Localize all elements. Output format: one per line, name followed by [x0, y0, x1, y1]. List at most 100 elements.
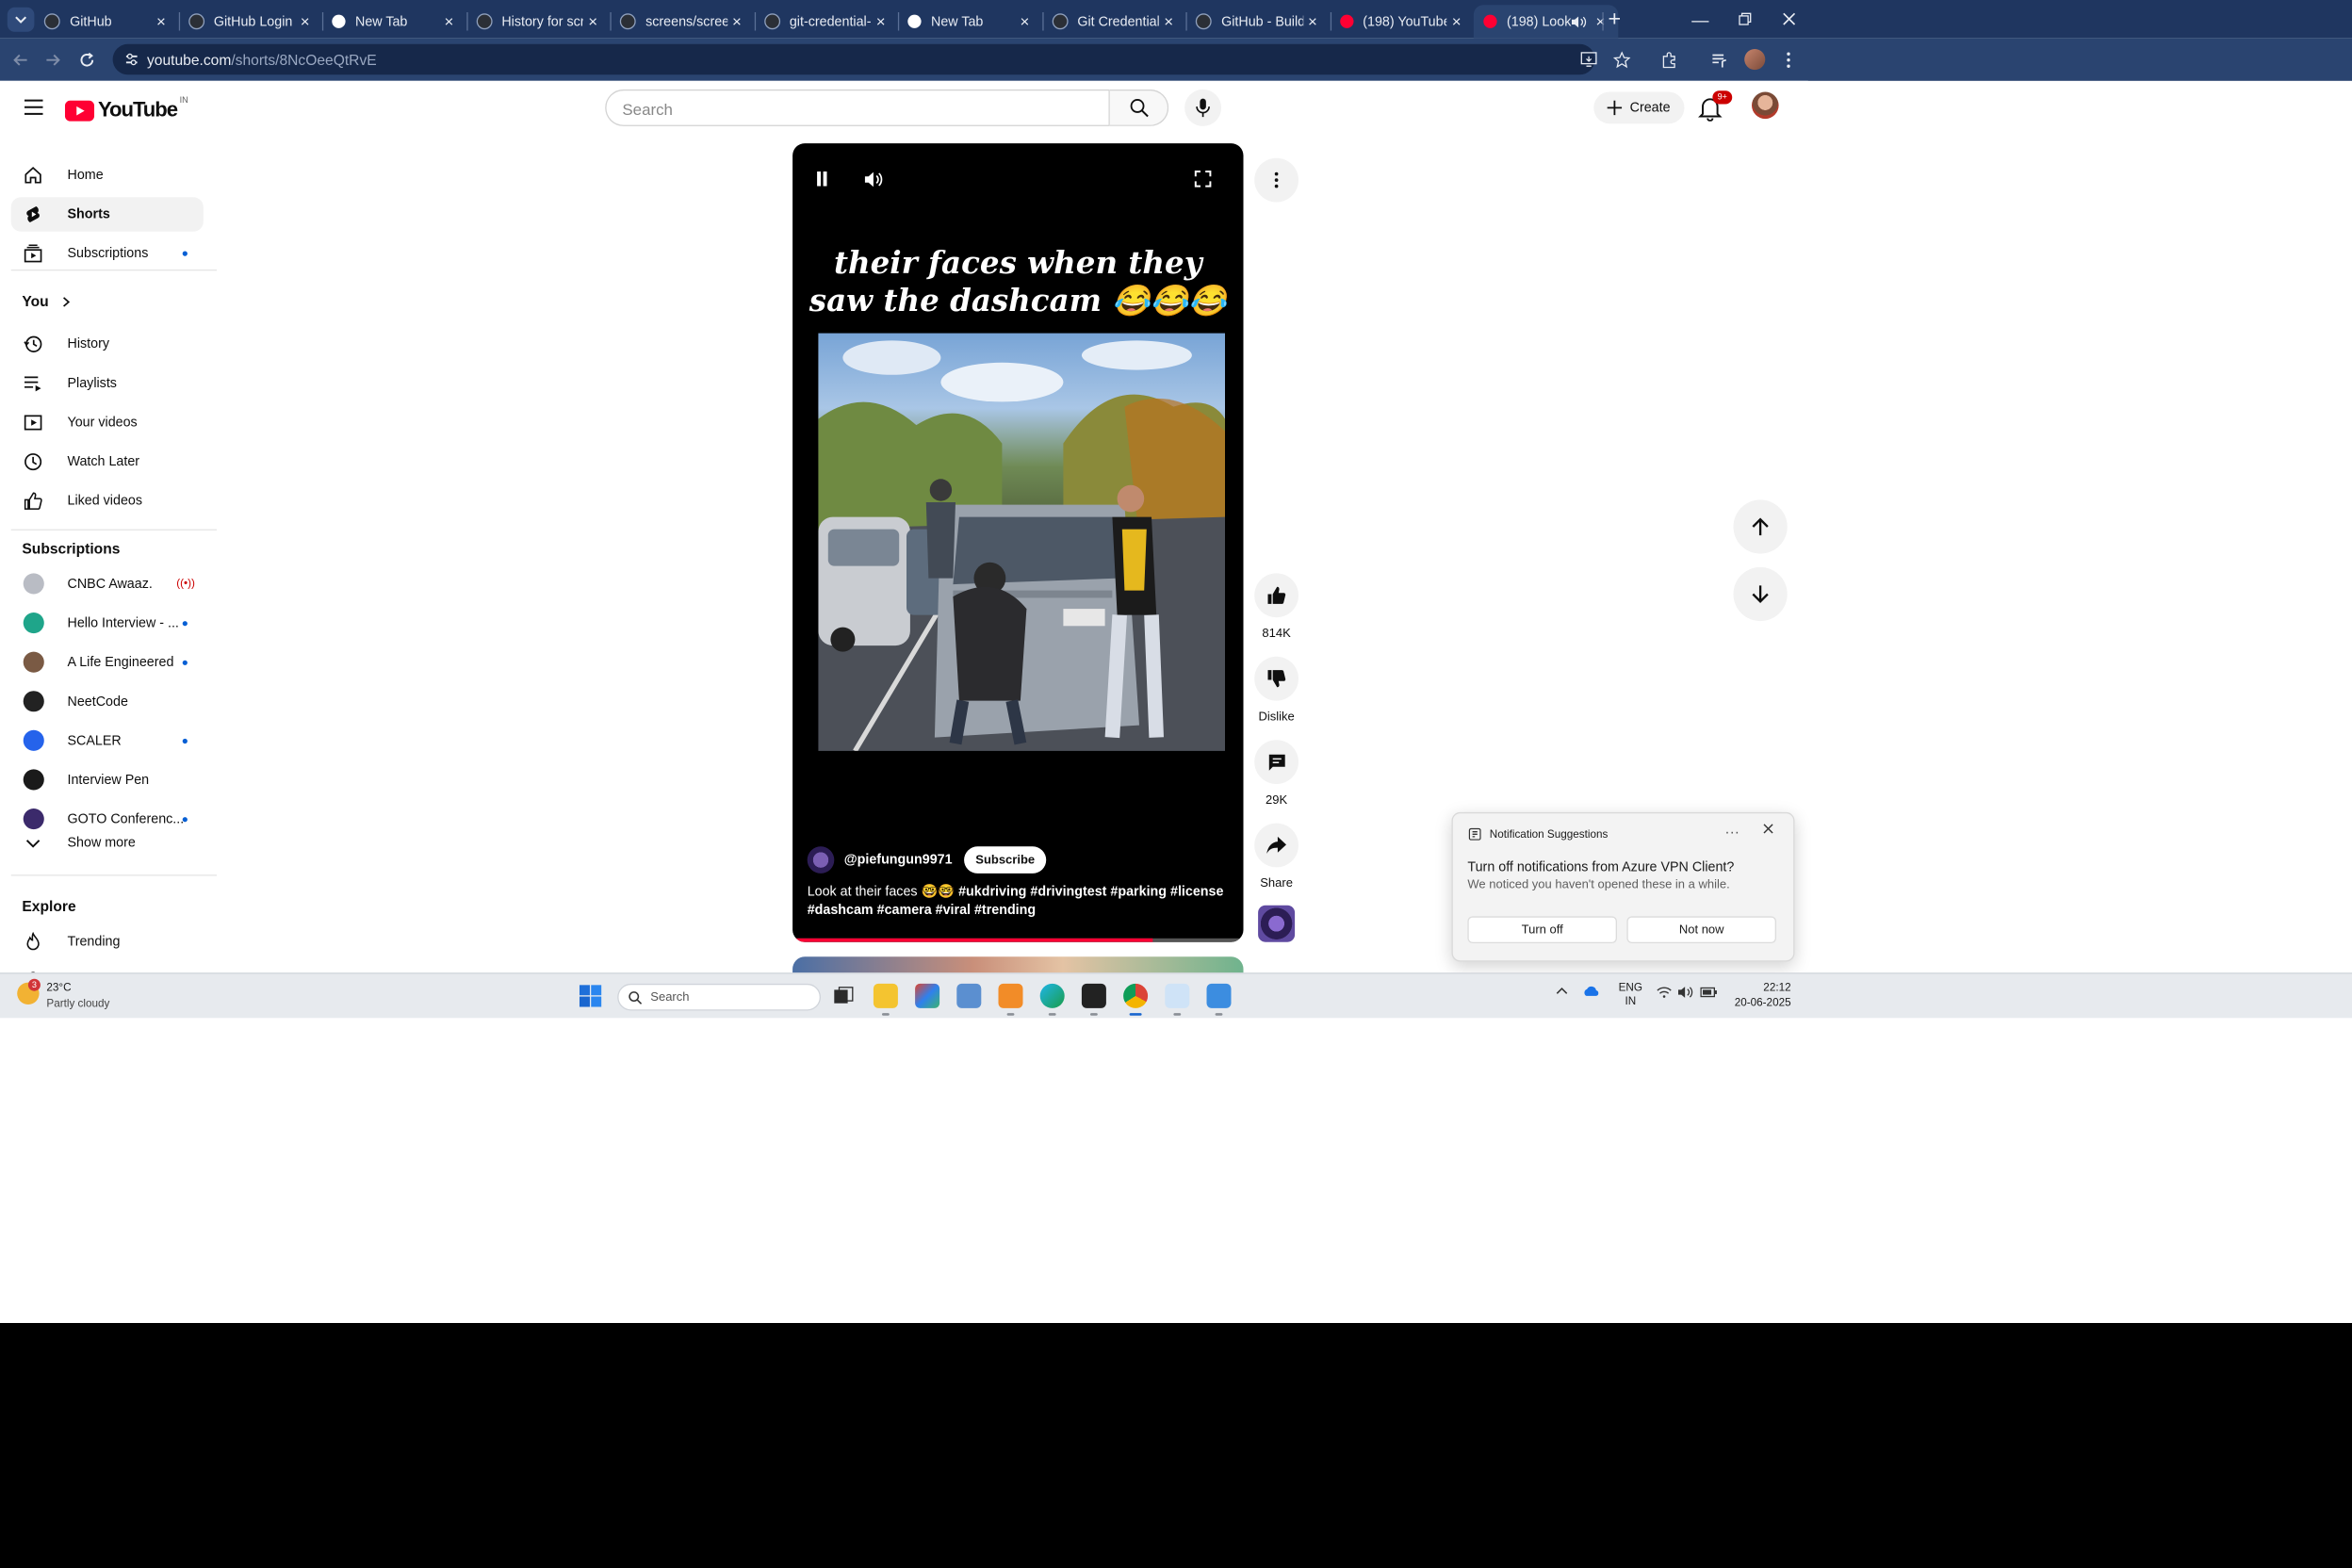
taskbar-search[interactable]: Search [617, 983, 821, 1011]
sound-thumbnail[interactable] [1258, 905, 1296, 942]
system-clock[interactable]: 22:12 20-06-2025 [1727, 980, 1791, 1009]
tab-audio-icon[interactable] [1571, 15, 1586, 27]
account-avatar[interactable] [1751, 91, 1779, 120]
dislike-button[interactable] [1254, 656, 1298, 701]
close-tab-icon[interactable]: × [871, 11, 890, 31]
sidebar-item-trending[interactable]: Trending [11, 924, 204, 958]
media-control-button[interactable] [1707, 46, 1734, 74]
subscription-channel[interactable]: CNBC Awaaz. ((•)) [11, 567, 204, 601]
search-button[interactable] [1109, 89, 1169, 126]
chrome-icon[interactable] [1123, 983, 1149, 1016]
edge-browser-icon[interactable] [1039, 983, 1065, 1016]
close-tab-icon[interactable]: × [152, 11, 172, 31]
browser-tab[interactable]: Git Credential M× [1042, 5, 1186, 38]
share-button[interactable] [1254, 823, 1298, 868]
terminal-icon[interactable] [1081, 983, 1106, 1016]
browser-tab[interactable]: (198) YouTube × [1330, 5, 1474, 38]
microsoft-365-icon[interactable] [915, 983, 940, 1008]
forward-button[interactable] [40, 46, 67, 74]
browser-tab[interactable]: GitHub - Build a× [1185, 5, 1330, 38]
app-launcher-icon[interactable] [998, 983, 1023, 1016]
close-tab-icon[interactable]: × [1303, 11, 1323, 31]
close-window-button[interactable] [1767, 0, 1811, 38]
subscription-channel[interactable]: Hello Interview - ... [11, 607, 204, 641]
next-short-preview[interactable] [792, 956, 1244, 974]
tab-search-button[interactable] [7, 7, 35, 32]
close-tab-icon[interactable]: × [439, 11, 459, 31]
subscription-channel[interactable]: Interview Pen [11, 763, 204, 797]
browser-tab[interactable]: git-credential- × [754, 5, 898, 38]
battery-icon[interactable] [1700, 987, 1717, 999]
volume-button[interactable] [858, 164, 888, 193]
sidebar-item-liked-videos[interactable]: Liked videos [11, 484, 204, 518]
toast-more-button[interactable]: ··· [1724, 824, 1740, 841]
you-section-heading[interactable]: You [22, 293, 71, 310]
youtube-logo[interactable]: YouTube IN [64, 96, 188, 122]
volume-tray-icon[interactable] [1677, 987, 1693, 999]
not-now-button[interactable]: Not now [1626, 916, 1776, 943]
close-tab-icon[interactable]: × [583, 11, 603, 31]
restore-button[interactable] [1723, 0, 1767, 38]
browser-tab[interactable]: GitHub × [34, 5, 178, 38]
language-indicator[interactable]: ENG IN [1617, 981, 1644, 1008]
browser-tab[interactable]: New Tab × [322, 5, 466, 38]
video-progress-bar[interactable] [792, 938, 1244, 942]
remote-desktop-icon[interactable] [1206, 983, 1232, 1016]
previous-short-button[interactable] [1733, 499, 1788, 554]
reload-button[interactable] [74, 46, 101, 74]
more-actions-button[interactable] [1254, 157, 1298, 203]
minimize-button[interactable]: — [1678, 0, 1723, 38]
onedrive-icon[interactable] [1583, 986, 1600, 998]
create-button[interactable]: Create [1593, 91, 1685, 124]
comments-button[interactable] [1254, 740, 1298, 784]
profile-avatar[interactable] [1744, 49, 1766, 71]
shorts-player[interactable]: their faces when they saw the dashcam 😂😂… [792, 143, 1244, 942]
sidebar-item-watch-later[interactable]: Watch Later [11, 445, 204, 479]
video-description[interactable]: Look at their faces 🤓🤓 #ukdriving #drivi… [808, 883, 1224, 920]
sidebar-item-shorts[interactable]: Shorts [10, 197, 204, 232]
bookmark-button[interactable] [1609, 46, 1636, 74]
close-tab-icon[interactable]: × [1015, 11, 1035, 31]
back-button[interactable] [8, 46, 35, 74]
close-tab-icon[interactable]: × [727, 11, 747, 31]
browser-tab[interactable]: GitHub Login Is× [178, 5, 322, 38]
wifi-icon[interactable] [1657, 987, 1673, 999]
sidebar-item-history[interactable]: History [11, 327, 204, 361]
task-view-icon[interactable] [830, 984, 855, 1008]
subscription-channel[interactable]: A Life Engineered [11, 645, 204, 679]
next-short-button[interactable] [1733, 566, 1788, 622]
search-input[interactable]: Search [605, 89, 1110, 126]
like-button[interactable] [1254, 573, 1298, 618]
start-button[interactable] [579, 985, 604, 1009]
address-bar[interactable]: youtube.com/shorts/8NcOeeQtRvE [112, 43, 1597, 75]
subscription-channel[interactable]: SCALER [11, 724, 204, 758]
pause-button[interactable] [808, 164, 837, 193]
sidebar-item-shopping[interactable]: Shopping [11, 964, 204, 973]
close-tab-icon[interactable]: × [1159, 11, 1179, 31]
subscribe-button[interactable]: Subscribe [964, 846, 1046, 874]
browser-tab[interactable]: New Tab × [898, 5, 1042, 38]
browser-menu-button[interactable] [1775, 46, 1803, 74]
sidebar-item-home[interactable]: Home [11, 158, 204, 192]
toast-close-button[interactable] [1763, 824, 1774, 835]
close-tab-icon[interactable]: × [1446, 11, 1466, 31]
snipping-tool-icon[interactable] [1165, 983, 1190, 1016]
show-more-button[interactable]: Show more [11, 825, 204, 859]
fullscreen-button[interactable] [1188, 164, 1217, 193]
browser-tab[interactable]: History for scre× [466, 5, 611, 38]
hamburger-menu-icon[interactable] [24, 99, 43, 115]
store-icon[interactable] [956, 983, 982, 1008]
file-explorer-icon[interactable] [873, 983, 898, 1016]
show-hidden-icons-button[interactable] [1556, 987, 1568, 996]
close-tab-icon[interactable]: × [295, 11, 315, 31]
sidebar-item-playlists[interactable]: Playlists [11, 367, 204, 400]
extensions-button[interactable] [1657, 46, 1684, 74]
channel-avatar[interactable] [807, 846, 835, 874]
voice-search-button[interactable] [1184, 89, 1222, 126]
sidebar-item-your-videos[interactable]: Your videos [11, 405, 204, 439]
turn-off-button[interactable]: Turn off [1467, 916, 1617, 943]
channel-name[interactable]: @piefungun9971 [844, 853, 953, 868]
browser-tab[interactable]: screens/screen× [610, 5, 754, 38]
new-tab-button[interactable]: + [1592, 0, 1637, 38]
sidebar-item-subscriptions[interactable]: Subscriptions [11, 237, 204, 270]
